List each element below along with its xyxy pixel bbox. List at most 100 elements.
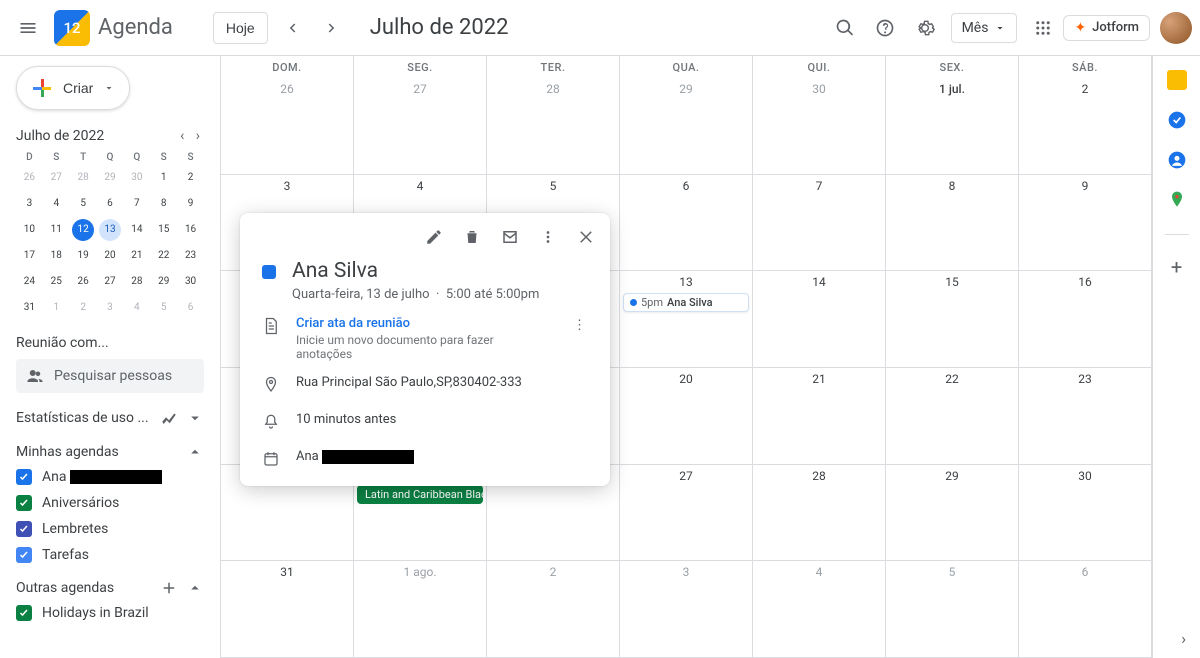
- mini-day-cell[interactable]: 2: [72, 297, 94, 319]
- mini-day-cell[interactable]: 3: [18, 193, 40, 215]
- mini-day-cell[interactable]: 30: [180, 271, 202, 293]
- mini-day-cell[interactable]: 28: [72, 167, 94, 189]
- day-cell[interactable]: 5: [886, 561, 1019, 658]
- maps-addon[interactable]: [1167, 190, 1187, 210]
- day-cell[interactable]: 30: [753, 78, 886, 175]
- calendar-list-item[interactable]: Lembretes: [16, 521, 204, 537]
- mini-day-cell[interactable]: 12: [72, 219, 94, 241]
- day-cell[interactable]: 27: [354, 78, 487, 175]
- mini-day-cell[interactable]: 9: [180, 193, 202, 215]
- main-menu-button[interactable]: [8, 8, 48, 48]
- mini-day-cell[interactable]: 21: [126, 245, 148, 267]
- day-cell[interactable]: 14: [753, 271, 886, 368]
- contacts-addon[interactable]: [1167, 150, 1187, 170]
- mini-day-cell[interactable]: 4: [126, 297, 148, 319]
- keep-addon[interactable]: [1167, 70, 1187, 90]
- calendar-list-item[interactable]: Aniversários: [16, 495, 204, 511]
- settings-button[interactable]: [905, 8, 945, 48]
- mini-day-cell[interactable]: 1: [45, 297, 67, 319]
- day-cell[interactable]: 4: [753, 561, 886, 658]
- mini-day-cell[interactable]: 5: [153, 297, 175, 319]
- mini-day-cell[interactable]: 14: [126, 219, 148, 241]
- next-period-button[interactable]: [312, 8, 352, 48]
- mini-day-cell[interactable]: 6: [180, 297, 202, 319]
- mini-day-cell[interactable]: 15: [153, 219, 175, 241]
- mini-day-cell[interactable]: 23: [180, 245, 202, 267]
- account-avatar[interactable]: [1160, 12, 1192, 44]
- today-button[interactable]: Hoje: [213, 12, 268, 44]
- day-cell[interactable]: 26: [221, 78, 354, 175]
- mini-day-cell[interactable]: 19: [72, 245, 94, 267]
- day-cell[interactable]: 3: [620, 561, 753, 658]
- day-cell[interactable]: 31: [221, 561, 354, 658]
- day-cell[interactable]: 29: [620, 78, 753, 175]
- jotform-extension-chip[interactable]: ✦ Jotform: [1063, 15, 1150, 41]
- mini-day-cell[interactable]: 10: [18, 219, 40, 241]
- day-cell[interactable]: 21: [753, 368, 886, 465]
- mini-day-cell[interactable]: 24: [18, 271, 40, 293]
- day-cell[interactable]: 1 ago.: [354, 561, 487, 658]
- close-popover-button[interactable]: [568, 219, 604, 255]
- mini-day-cell[interactable]: 27: [99, 271, 121, 293]
- mini-prev-button[interactable]: ‹: [176, 124, 188, 148]
- mini-day-cell[interactable]: 28: [126, 271, 148, 293]
- day-cell[interactable]: 27: [620, 465, 753, 562]
- delete-event-button[interactable]: [454, 219, 490, 255]
- day-cell[interactable]: 8: [886, 175, 1019, 272]
- mini-day-cell[interactable]: 22: [153, 245, 175, 267]
- mini-day-cell[interactable]: 18: [45, 245, 67, 267]
- prev-period-button[interactable]: [272, 8, 312, 48]
- apps-button[interactable]: [1023, 8, 1063, 48]
- mini-day-cell[interactable]: 20: [99, 245, 121, 267]
- calendar-list-item[interactable]: Tarefas: [16, 547, 204, 563]
- day-cell[interactable]: 6: [1019, 561, 1152, 658]
- calendar-checkbox[interactable]: [16, 495, 32, 511]
- allday-event-bar[interactable]: Latin and Caribbean Blac: [357, 485, 483, 504]
- notes-more-button[interactable]: ⋮: [567, 316, 592, 335]
- day-cell[interactable]: 28: [753, 465, 886, 562]
- mini-day-cell[interactable]: 2: [180, 167, 202, 189]
- mini-day-cell[interactable]: 11: [45, 219, 67, 241]
- edit-event-button[interactable]: [416, 219, 452, 255]
- day-cell[interactable]: 28: [487, 78, 620, 175]
- event-location[interactable]: Rua Principal São Paulo,SP,830402-333: [296, 375, 522, 390]
- calendar-checkbox[interactable]: [16, 605, 32, 621]
- mini-day-cell[interactable]: 13: [99, 219, 121, 241]
- mini-day-cell[interactable]: 7: [126, 193, 148, 215]
- day-cell[interactable]: 135pmAna Silva: [620, 271, 753, 368]
- get-addons-button[interactable]: +: [1167, 255, 1187, 275]
- mini-day-cell[interactable]: 4: [45, 193, 67, 215]
- day-cell[interactable]: 22: [886, 368, 1019, 465]
- help-button[interactable]: [865, 8, 905, 48]
- day-cell[interactable]: 15: [886, 271, 1019, 368]
- mini-day-cell[interactable]: 27: [45, 167, 67, 189]
- event-options-button[interactable]: [530, 219, 566, 255]
- tasks-addon[interactable]: [1167, 110, 1187, 130]
- day-cell[interactable]: 2: [1019, 78, 1152, 175]
- mini-day-cell[interactable]: 6: [99, 193, 121, 215]
- calendar-checkbox[interactable]: [16, 469, 32, 485]
- mini-day-cell[interactable]: 29: [153, 271, 175, 293]
- day-cell[interactable]: 16: [1019, 271, 1152, 368]
- day-cell[interactable]: 1 jul.: [886, 78, 1019, 175]
- mini-day-cell[interactable]: 8: [153, 193, 175, 215]
- mini-day-cell[interactable]: 26: [18, 167, 40, 189]
- day-cell[interactable]: 20: [620, 368, 753, 465]
- add-calendar-icon[interactable]: [160, 579, 178, 597]
- calendar-list-item[interactable]: Ana: [16, 469, 204, 485]
- day-cell[interactable]: 6: [620, 175, 753, 272]
- insights-section-toggle[interactable]: Estatísticas de uso ...: [16, 409, 204, 427]
- day-cell[interactable]: 30: [1019, 465, 1152, 562]
- my-calendars-toggle[interactable]: Minhas agendas: [16, 443, 204, 461]
- mini-day-cell[interactable]: 3: [99, 297, 121, 319]
- mini-day-cell[interactable]: 30: [126, 167, 148, 189]
- day-cell[interactable]: 29: [886, 465, 1019, 562]
- create-button[interactable]: Criar: [16, 66, 130, 110]
- mini-day-cell[interactable]: 5: [72, 193, 94, 215]
- mini-day-cell[interactable]: 31: [18, 297, 40, 319]
- mini-day-cell[interactable]: 16: [180, 219, 202, 241]
- mini-day-cell[interactable]: 1: [153, 167, 175, 189]
- day-cell[interactable]: 9: [1019, 175, 1152, 272]
- mini-day-cell[interactable]: 29: [99, 167, 121, 189]
- search-people-input[interactable]: Pesquisar pessoas: [16, 359, 204, 393]
